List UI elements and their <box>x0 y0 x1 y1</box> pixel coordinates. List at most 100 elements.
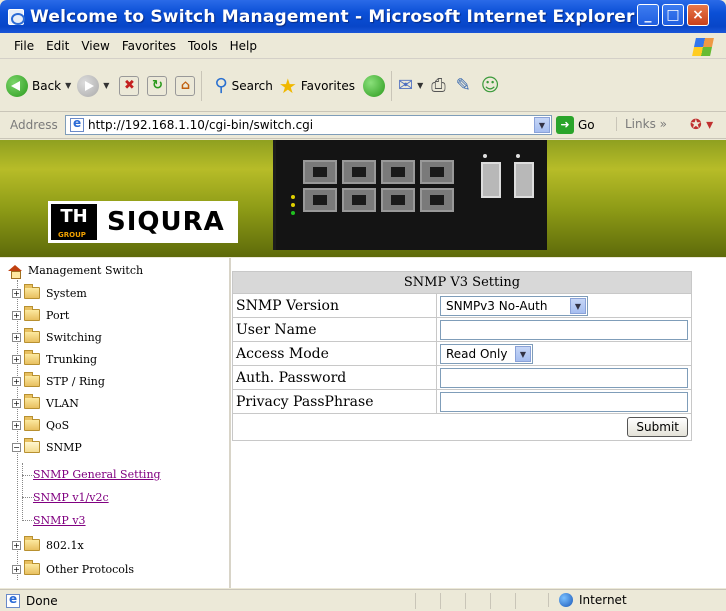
minimize-button[interactable]: _ <box>637 4 659 26</box>
port-icon <box>420 160 454 184</box>
expand-icon[interactable]: + <box>12 564 21 574</box>
access-mode-select[interactable]: Read Only ▼ <box>440 343 533 364</box>
messenger-icon[interactable]: ☺ <box>481 75 500 96</box>
tree-item-qos[interactable]: + QoS <box>12 416 69 434</box>
port-icon <box>381 188 415 212</box>
expand-icon[interactable]: + <box>12 376 21 386</box>
tree-item-label: Switching <box>46 330 102 344</box>
snmp-version-label: SNMP Version <box>232 293 437 318</box>
tree-item-label: Other Protocols <box>46 562 135 576</box>
tree-item-system[interactable]: + System <box>12 284 87 302</box>
home-icon <box>8 264 22 279</box>
banner: TH GROUP SIQURA <box>0 140 726 257</box>
led-icon <box>516 154 520 158</box>
submit-button[interactable]: Submit <box>627 417 688 437</box>
user-name-field[interactable] <box>440 319 688 340</box>
tree-item-snmp[interactable]: − SNMP <box>12 438 82 456</box>
maximize-button[interactable]: □ <box>662 4 684 26</box>
address-bar: Address http://192.168.1.10/cgi-bin/swit… <box>0 112 726 139</box>
user-name-label: User Name <box>232 317 437 342</box>
mail-icon[interactable]: ✉ <box>398 75 413 96</box>
snmp-version-value: SNMPv3 No-Auth <box>446 298 548 313</box>
address-input[interactable]: http://192.168.1.10/cgi-bin/switch.cgi ▼ <box>65 115 552 135</box>
tree-item-port[interactable]: + Port <box>12 306 69 324</box>
link-snmp-v3[interactable]: SNMP v3 <box>33 514 86 527</box>
expand-icon[interactable]: + <box>12 288 21 298</box>
menu-tools[interactable]: Tools <box>182 39 224 53</box>
folder-icon <box>24 284 40 299</box>
folder-icon <box>24 306 40 321</box>
menu-edit[interactable]: Edit <box>40 39 75 53</box>
expand-icon[interactable]: + <box>12 332 21 342</box>
expand-icon[interactable]: + <box>12 354 21 364</box>
tree-item-label: Port <box>46 308 70 322</box>
folder-icon <box>24 394 40 409</box>
menu-help[interactable]: Help <box>224 39 263 53</box>
print-icon[interactable]: ⎙ <box>431 75 445 96</box>
favorites-button[interactable]: ★ Favorites <box>279 74 355 98</box>
port-icon <box>303 188 337 212</box>
form-header: SNMP V3 Setting <box>232 271 692 294</box>
siqura-logo: TH GROUP SIQURA <box>48 201 238 243</box>
tree-item-switching[interactable]: + Switching <box>12 328 102 346</box>
search-button[interactable]: ⚲ Search <box>214 75 272 96</box>
menu-file[interactable]: File <box>8 39 40 53</box>
status-text: Done <box>26 593 58 608</box>
snmp-version-select[interactable]: SNMPv3 No-Auth ▼ <box>440 295 588 316</box>
history-icon[interactable] <box>363 74 386 97</box>
folder-icon <box>24 350 40 365</box>
back-button[interactable]: Back ▼ <box>6 74 71 97</box>
collapse-icon[interactable]: − <box>12 442 21 452</box>
menu-view[interactable]: View <box>75 39 115 53</box>
expand-icon[interactable]: + <box>12 310 21 320</box>
expand-icon[interactable]: + <box>12 398 21 408</box>
led-icon <box>291 211 295 215</box>
link-snmp-general-setting[interactable]: SNMP General Setting <box>33 468 161 481</box>
search-icon: ⚲ <box>214 75 228 96</box>
go-button[interactable]: ➜ Go <box>556 116 595 134</box>
home-icon[interactable]: ⌂ <box>175 75 196 96</box>
tree-root[interactable]: Management Switch <box>8 264 143 279</box>
snmp-v3-form: SNMP V3 Setting SNMP Version SNMPv3 No-A… <box>232 271 692 441</box>
expand-icon[interactable]: + <box>12 420 21 430</box>
forward-button[interactable]: ▼ <box>77 74 109 97</box>
tree-item-label: QoS <box>46 418 70 432</box>
tree-item-label: System <box>46 286 87 300</box>
chevron-down-icon[interactable]: ▼ <box>534 117 550 133</box>
access-mode-value: Read Only <box>446 346 508 361</box>
chevron-down-icon[interactable]: ▼ <box>570 297 586 314</box>
menu-favorites[interactable]: Favorites <box>116 39 182 53</box>
main-frame: SNMP V3 Setting SNMP Version SNMPv3 No-A… <box>231 258 726 588</box>
title-bar[interactable]: Welcome to Switch Management - Microsoft… <box>0 0 726 33</box>
search-label: Search <box>231 78 273 93</box>
auth-password-field[interactable] <box>440 367 688 388</box>
stop-icon[interactable]: ✖ <box>119 75 140 96</box>
address-url: http://192.168.1.10/cgi-bin/switch.cgi <box>88 118 314 132</box>
tree-item-trunking[interactable]: + Trunking <box>12 350 97 368</box>
go-arrow-icon: ➜ <box>556 116 574 134</box>
edit-icon[interactable]: ✎ <box>456 75 471 96</box>
tree-item-vlan[interactable]: + VLAN <box>12 394 79 412</box>
toolbar-extension-icon[interactable]: ✪ ▾ <box>690 116 718 134</box>
links-label: Links <box>625 117 656 131</box>
th-group-logo: TH GROUP <box>51 204 97 240</box>
page-icon <box>6 592 20 608</box>
tree-item-label: 802.1x <box>46 538 84 552</box>
privacy-passphrase-label: Privacy PassPhrase <box>232 389 437 414</box>
chevron-down-icon[interactable]: ▼ <box>515 345 531 362</box>
tree-item-other-protocols[interactable]: + Other Protocols <box>12 560 134 578</box>
auth-password-label: Auth. Password <box>232 365 437 390</box>
open-folder-icon <box>24 438 40 453</box>
privacy-passphrase-field[interactable] <box>440 391 688 412</box>
tree-item-stp-ring[interactable]: + STP / Ring <box>12 372 105 390</box>
links-button[interactable]: Links » <box>616 117 667 131</box>
port-icon <box>342 160 376 184</box>
link-snmp-v1-v2c[interactable]: SNMP v1/v2c <box>33 491 109 504</box>
menu-bar: File Edit View Favorites Tools Help <box>0 33 726 59</box>
close-button[interactable]: × <box>687 4 709 26</box>
tree-item-8021x[interactable]: + 802.1x <box>12 536 84 554</box>
page-icon <box>70 116 84 132</box>
browser-window: Welcome to Switch Management - Microsoft… <box>0 0 726 611</box>
refresh-icon[interactable]: ↻ <box>147 75 168 96</box>
expand-icon[interactable]: + <box>12 540 21 550</box>
